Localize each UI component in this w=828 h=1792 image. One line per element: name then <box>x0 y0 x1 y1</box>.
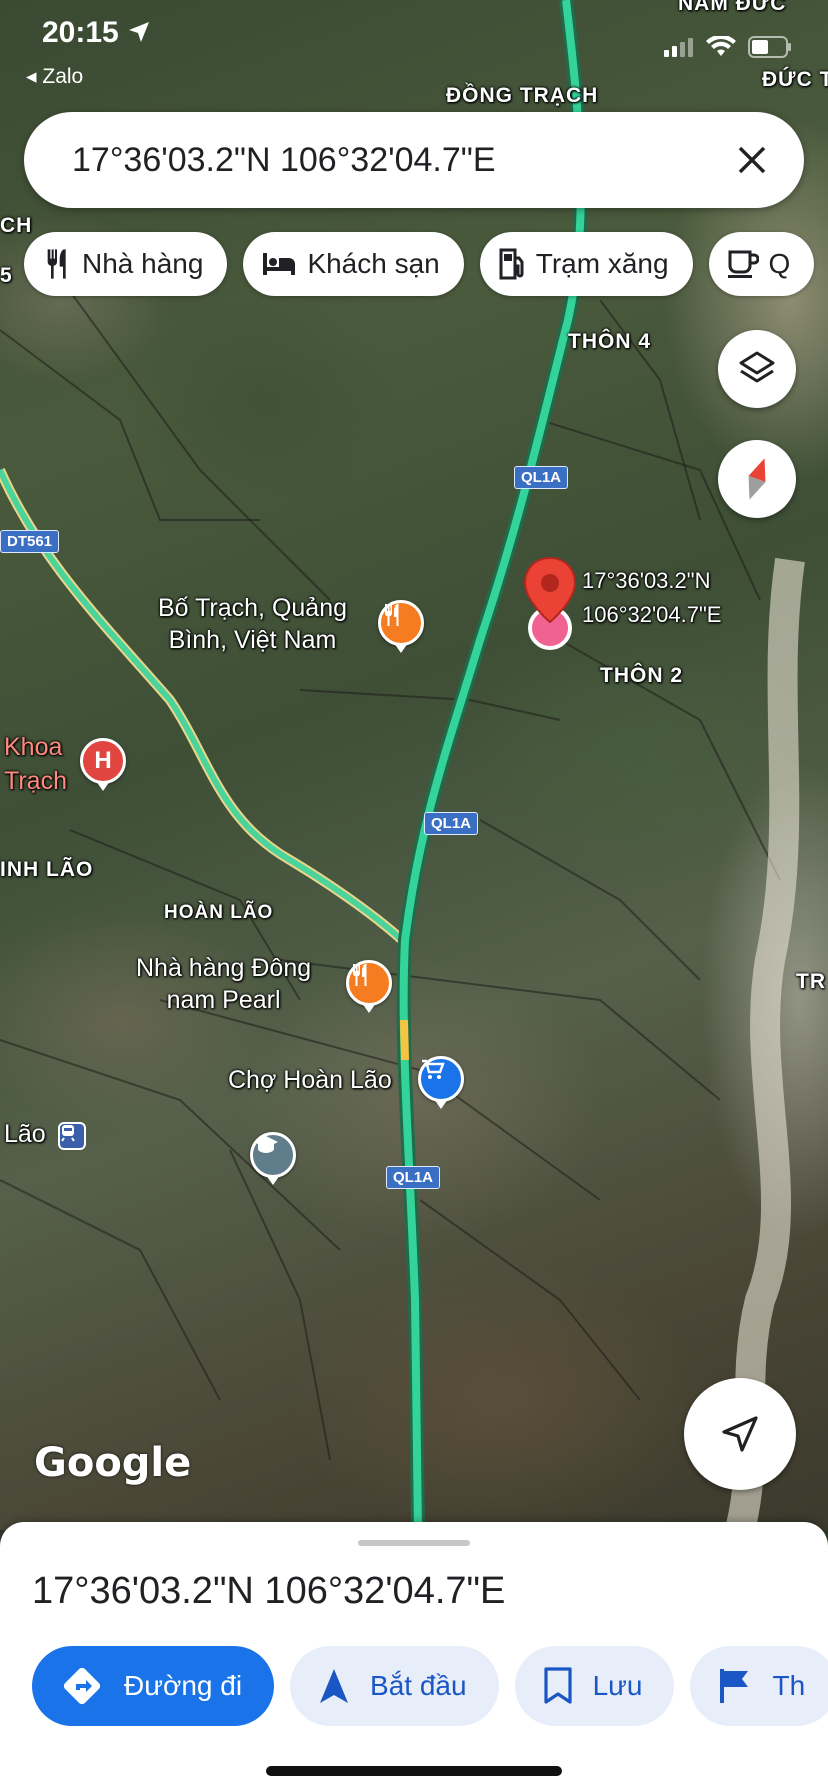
dropped-pin-icon[interactable] <box>522 556 578 652</box>
poi-label-cho-hoan-lao: Chợ Hoàn Lão <box>228 1066 392 1094</box>
road-shield-ql1a-2: QL1A <box>424 812 479 835</box>
hospital-icon: H <box>94 747 112 774</box>
map-label-duc-t: ĐỨC T <box>762 68 828 91</box>
flag-icon <box>720 1669 749 1703</box>
navigation-arrow-icon <box>320 1669 349 1703</box>
map-label-tr: TR <box>796 970 826 993</box>
restaurant-icon <box>47 249 66 279</box>
poi-label-dong-nam-pearl: Nhà hàng Đông nam Pearl <box>136 952 311 1016</box>
cellular-signal-icon <box>664 38 693 57</box>
poi-label-pearl-line1: Nhà hàng Đông <box>136 954 312 982</box>
chip-gas-stations[interactable]: Trạm xăng <box>479 232 693 296</box>
road-shield-dt561: DT561 <box>0 530 60 553</box>
directions-button[interactable]: Đường đi <box>32 1646 275 1726</box>
place-bottom-sheet[interactable]: 17°36'03.2"N 106°32'04.7"E Đường đi Bắt … <box>0 1522 828 1792</box>
hotel-icon <box>263 253 296 275</box>
train-icon <box>61 1125 75 1142</box>
label-button-label: Th <box>772 1670 806 1701</box>
poi-label-bo-trach: Bố Trạch, Quảng Bình, Việt Nam <box>158 592 347 656</box>
map-label-nam-duc: NAM ĐỨC <box>678 0 787 15</box>
train-station-pin[interactable] <box>58 1122 86 1150</box>
place-title: 17°36'03.2"N 106°32'04.7"E <box>32 1570 506 1612</box>
pin-longitude: 106°32'04.7"E <box>582 602 722 627</box>
save-button-label: Lưu <box>592 1670 643 1701</box>
chip-gas-stations-label: Trạm xăng <box>535 248 669 279</box>
shopping-pin[interactable] <box>418 1056 464 1102</box>
poi-label-bo-trach-line2: Bình, Việt Nam <box>168 626 337 654</box>
chip-hotels-label: Khách sạn <box>307 248 440 279</box>
place-actions: Đường đi Bắt đầu Lưu Th <box>32 1646 828 1726</box>
chip-coffee[interactable]: Q <box>708 232 815 296</box>
directions-icon <box>63 1667 101 1705</box>
restaurant-icon <box>385 604 399 626</box>
sheet-drag-handle[interactable] <box>358 1540 470 1546</box>
my-location-button[interactable] <box>684 1378 796 1490</box>
navigation-arrow-icon <box>722 1416 758 1452</box>
wifi-icon <box>706 36 736 56</box>
map-label-thon-4: THÔN 4 <box>568 330 652 353</box>
pin-coordinate-label: 17°36'03.2"N 106°32'04.7"E <box>582 564 721 632</box>
directions-button-label: Đường đi <box>124 1670 243 1701</box>
location-arrow-icon <box>129 22 150 42</box>
school-icon <box>254 1136 278 1153</box>
bookmark-icon <box>543 1667 572 1704</box>
gas-station-icon <box>499 248 524 280</box>
layers-icon <box>739 351 775 383</box>
cart-icon <box>422 1059 445 1079</box>
map-label-5: 5 <box>0 264 13 287</box>
search-bar[interactable]: 17°36'03.2"N 106°32'04.7"E <box>24 112 804 208</box>
map-label-lao: Lão <box>4 1120 46 1148</box>
layers-button[interactable] <box>718 330 796 408</box>
poi-label-bo-trach-line1: Bố Trạch, Quảng <box>158 594 348 622</box>
map-label-hoan-lao: HOÀN LÃO <box>164 902 274 923</box>
status-time-text: 20:15 <box>42 16 119 49</box>
map-label-dong-trach: ĐỒNG TRẠCH <box>446 84 599 107</box>
map-label-minh-lao: INH LÃO <box>0 858 94 881</box>
google-logo: Google <box>34 1440 192 1486</box>
start-button-label: Bắt đầu <box>370 1670 467 1701</box>
status-time: 20:15 <box>42 16 151 50</box>
label-button[interactable]: Th <box>690 1646 828 1726</box>
status-icons <box>664 36 792 58</box>
poi-label-khoa-line2: Trạch <box>4 767 67 795</box>
restaurant-pin[interactable] <box>378 600 424 646</box>
hospital-pin[interactable]: H <box>80 738 126 784</box>
coffee-icon <box>727 250 759 278</box>
map-label-thon-2: THÔN 2 <box>600 664 684 687</box>
poi-label-khoa-trach: Khoa Trạch <box>4 730 67 798</box>
road-shield-ql1a-3: QL1A <box>386 1166 441 1189</box>
search-query[interactable]: 17°36'03.2"N 106°32'04.7"E <box>72 141 728 180</box>
school-pin[interactable] <box>250 1132 296 1178</box>
poi-label-khoa-line1: Khoa <box>4 733 63 761</box>
compass-icon <box>748 458 766 500</box>
back-to-app-link[interactable]: ◂ Zalo <box>26 64 83 89</box>
pin-latitude: 17°36'03.2"N <box>582 568 711 593</box>
satellite-map[interactable]: NAM ĐỨC ĐỨC T ĐỒNG TRẠCH CH 5 THÔN 4 THÔ… <box>0 0 828 1530</box>
start-button[interactable]: Bắt đầu <box>290 1646 499 1726</box>
close-icon <box>738 146 766 174</box>
chip-coffee-label: Q <box>768 248 791 279</box>
poi-label-pearl-line2: nam Pearl <box>166 986 281 1014</box>
road-shield-ql1a: QL1A <box>514 466 569 489</box>
restaurant-icon <box>353 964 367 986</box>
clear-search-button[interactable] <box>728 136 776 184</box>
compass-button[interactable] <box>718 440 796 518</box>
restaurant-pin-pearl[interactable] <box>346 960 392 1006</box>
battery-icon <box>748 36 791 58</box>
home-indicator[interactable] <box>266 1766 562 1776</box>
chip-hotels[interactable]: Khách sạn <box>243 232 464 296</box>
save-button[interactable]: Lưu <box>514 1646 675 1726</box>
chip-restaurants[interactable]: Nhà hàng <box>24 232 228 296</box>
category-chips: Nhà hàng Khách sạn Trạm xăng Q <box>24 232 815 296</box>
chip-restaurants-label: Nhà hàng <box>82 248 204 279</box>
